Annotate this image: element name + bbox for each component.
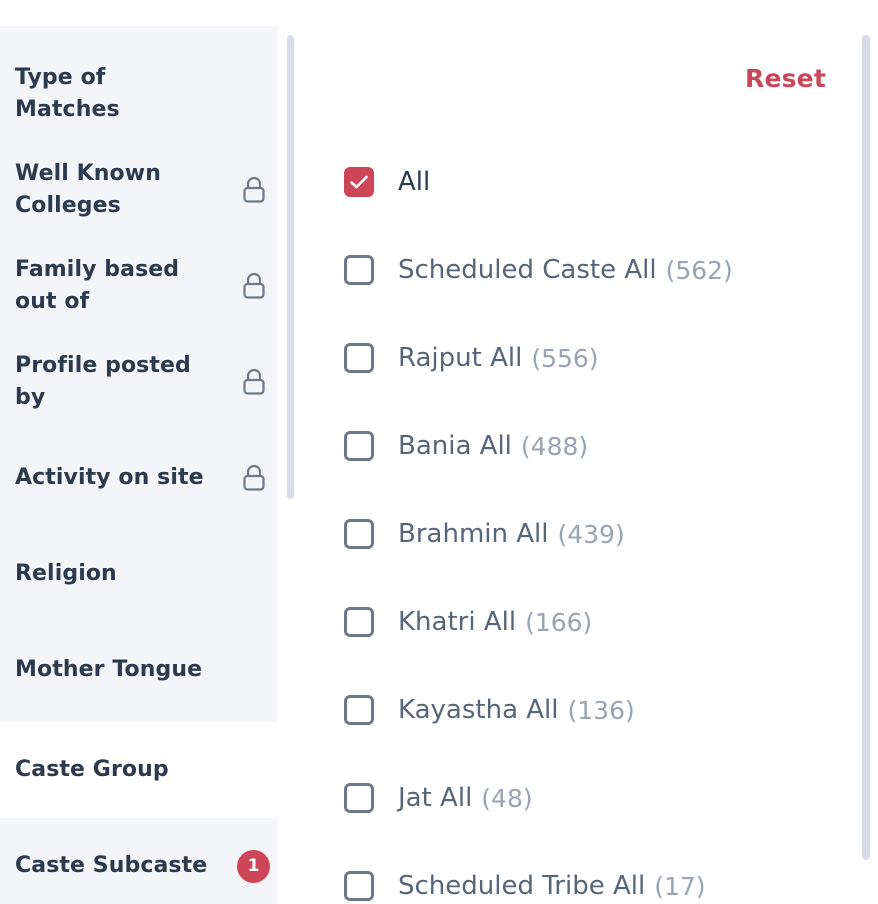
sidebar-item-caste-group[interactable]: Caste Group xyxy=(0,722,278,818)
option-count: (48) xyxy=(481,783,533,813)
checkbox[interactable] xyxy=(344,695,374,725)
option-bania-all[interactable]: Bania All (488) xyxy=(344,428,588,464)
lock-icon xyxy=(243,176,265,203)
sidebar-item-activity-on-site[interactable]: Activity on site xyxy=(0,430,278,526)
filter-sidebar: Type of Matches Well Known Colleges Fami… xyxy=(0,26,278,904)
option-scheduled-tribe-all[interactable]: Scheduled Tribe All (17) xyxy=(344,868,706,904)
sidebar-item-label: Caste Subcaste xyxy=(15,853,208,878)
option-count: (136) xyxy=(567,695,635,725)
option-brahmin-all[interactable]: Brahmin All (439) xyxy=(344,516,625,552)
checkbox[interactable] xyxy=(344,343,374,373)
sidebar-scrollbar[interactable] xyxy=(287,35,294,499)
options-scrollbar[interactable] xyxy=(862,35,870,860)
checkmark-icon xyxy=(350,175,368,189)
sidebar-item-label: Religion xyxy=(15,561,117,586)
sidebar-item-family-based-out-of[interactable]: Family based out of xyxy=(0,238,278,334)
checkbox[interactable] xyxy=(344,607,374,637)
option-count: (17) xyxy=(654,871,706,901)
option-kayastha-all[interactable]: Kayastha All (136) xyxy=(344,692,635,728)
lock-icon xyxy=(243,464,265,491)
sidebar-item-label: Profile posted by xyxy=(15,353,191,410)
option-khatri-all[interactable]: Khatri All (166) xyxy=(344,604,592,640)
option-count: (439) xyxy=(557,519,625,549)
count-badge: 1 xyxy=(237,849,270,883)
option-label: Bania All xyxy=(398,431,512,461)
lock-icon xyxy=(243,272,265,299)
sidebar-item-caste-subcaste[interactable]: Caste Subcaste 1 xyxy=(0,818,278,904)
checkbox[interactable] xyxy=(344,167,374,197)
option-label: Scheduled Tribe All xyxy=(398,871,646,901)
sidebar-item-label: Activity on site xyxy=(15,465,204,490)
option-jat-all[interactable]: Jat All (48) xyxy=(344,780,533,816)
sidebar-item-label: Type of Matches xyxy=(15,65,120,122)
option-label: All xyxy=(398,167,431,197)
sidebar-item-label: Well Known Colleges xyxy=(15,161,161,218)
sidebar-item-religion[interactable]: Religion xyxy=(0,526,278,622)
option-count: (488) xyxy=(520,431,589,461)
sidebar-item-well-known-colleges[interactable]: Well Known Colleges xyxy=(0,142,278,238)
checkbox[interactable] xyxy=(344,871,374,901)
option-label: Rajput All xyxy=(398,343,523,373)
sidebar-item-type-of-matches[interactable]: Type of Matches xyxy=(0,46,278,142)
sidebar-item-mother-tongue[interactable]: Mother Tongue xyxy=(0,622,278,718)
sidebar-item-label: Family based out of xyxy=(15,257,180,314)
checkbox[interactable] xyxy=(344,431,374,461)
option-count: (166) xyxy=(525,607,593,637)
checkbox[interactable] xyxy=(344,519,374,549)
sidebar-item-label: Mother Tongue xyxy=(15,657,203,682)
option-label: Scheduled Caste All xyxy=(398,255,657,285)
sidebar-item-profile-posted-by[interactable]: Profile posted by xyxy=(0,334,278,430)
reset-button[interactable]: Reset xyxy=(745,64,826,93)
filter-panel: Type of Matches Well Known Colleges Fami… xyxy=(0,0,878,904)
option-label: Kayastha All xyxy=(398,695,559,725)
option-scheduled-caste-all[interactable]: Scheduled Caste All (562) xyxy=(344,252,733,288)
checkbox[interactable] xyxy=(344,255,374,285)
option-rajput-all[interactable]: Rajput All (556) xyxy=(344,340,599,376)
sidebar-item-label: Caste Group xyxy=(15,757,169,782)
option-all[interactable]: All xyxy=(344,164,430,200)
option-label: Jat All xyxy=(398,783,473,813)
checkbox[interactable] xyxy=(344,783,374,813)
option-label: Brahmin All xyxy=(398,519,549,549)
option-count: (562) xyxy=(665,255,733,285)
option-label: Khatri All xyxy=(398,607,517,637)
lock-icon xyxy=(243,368,265,395)
option-count: (556) xyxy=(531,343,599,373)
